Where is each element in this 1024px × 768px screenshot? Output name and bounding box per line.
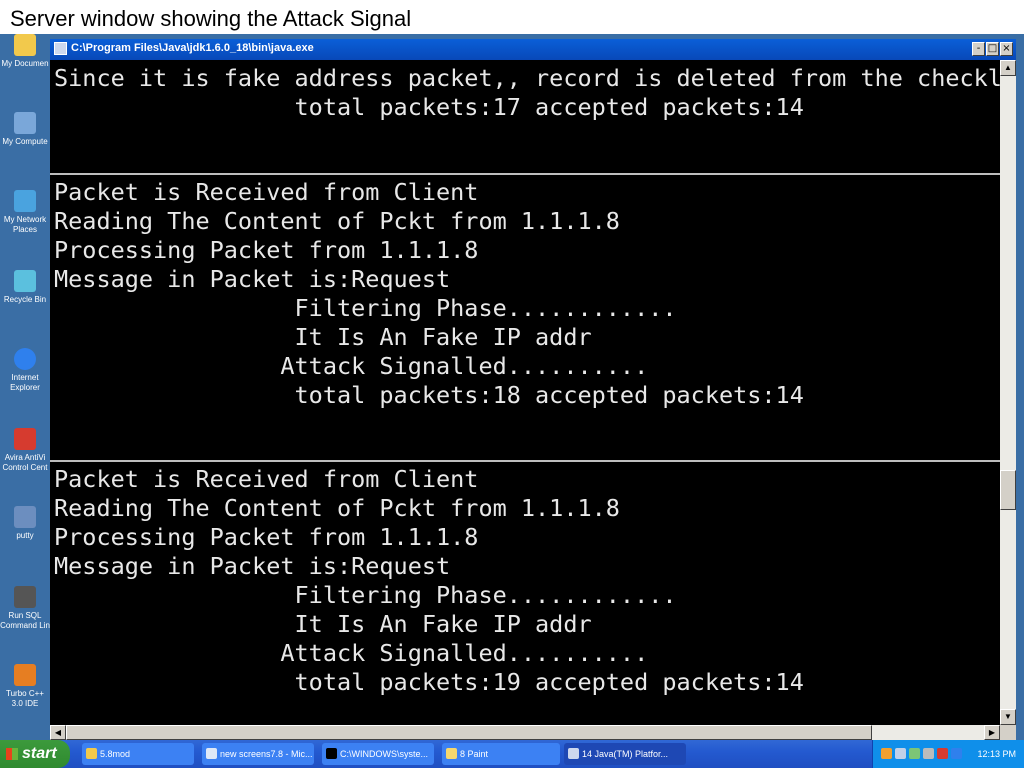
console-output[interactable]: Since it is fake address packet,, record…	[50, 60, 1000, 725]
console-block-2: Packet is Received from Client Reading T…	[54, 178, 998, 410]
maximize-button[interactable]: □	[986, 42, 999, 56]
console-separator	[50, 173, 1000, 175]
desktop-icon-recycle-bin[interactable]: Recycle Bin	[0, 270, 50, 305]
desktop-icon-internet-explorer[interactable]: Internet Explorer	[0, 348, 50, 393]
internet-explorer-icon	[14, 348, 36, 370]
desktop-icon-my-network-places[interactable]: My Network Places	[0, 190, 50, 235]
taskbar-item-paint[interactable]: 8 Paint	[442, 743, 560, 765]
horizontal-scrollbar[interactable]: ◀ ▶	[50, 725, 1000, 740]
taskbar-clock[interactable]: 12:13 PM	[977, 740, 1016, 768]
taskbar-item-label: 8 Paint	[460, 749, 489, 759]
desktop-icons: My Documen My Compute My Network Places …	[0, 34, 50, 740]
scroll-right-arrow-icon[interactable]: ▶	[984, 725, 1000, 740]
start-button[interactable]: start	[0, 740, 70, 768]
network-icon	[14, 190, 36, 212]
console-line: Processing Packet from 1.1.1.8	[54, 236, 479, 264]
desktop-icon-label: Internet Explorer	[10, 373, 40, 392]
console-line: Packet is Received from Client	[54, 178, 479, 206]
recycle-bin-icon	[14, 270, 36, 292]
sql-icon	[14, 586, 36, 608]
console-separator	[50, 460, 1000, 462]
desktop-icon-label: Avira AntiVi Control Cent	[2, 453, 48, 472]
slide-caption: Server window showing the Attack Signal	[10, 6, 412, 31]
minimize-button[interactable]: -	[972, 42, 985, 56]
tray-network-icon[interactable]	[895, 748, 906, 759]
start-label: start	[22, 745, 57, 762]
desktop-icon-putty[interactable]: putty	[0, 506, 50, 541]
tray-avira-icon[interactable]	[937, 748, 948, 759]
taskbar-item-label: C:\WINDOWS\syste...	[340, 749, 429, 759]
taskbar-item-label: 14 Java(TM) Platfor...	[582, 749, 669, 759]
console-line: Filtering Phase............	[54, 581, 677, 609]
tray-app-icon[interactable]	[881, 748, 892, 759]
desktop-icon-label: My Documen	[1, 59, 49, 68]
window-title: C:\Program Files\Java\jdk1.6.0_18\bin\ja…	[71, 42, 314, 54]
console-line: Reading The Content of Pckt from 1.1.1.8	[54, 207, 620, 235]
word-icon	[206, 748, 217, 759]
desktop-icon-my-computer[interactable]: My Compute	[0, 112, 50, 147]
console-line: total packets:17 accepted packets:14	[54, 93, 804, 121]
console-line: It Is An Fake IP addr	[54, 610, 592, 638]
computer-icon	[14, 112, 36, 134]
close-button[interactable]: ×	[1000, 42, 1013, 56]
java-app-icon	[54, 42, 67, 55]
desktop-icon-label: My Network Places	[3, 215, 47, 234]
tray-display-icon[interactable]	[951, 748, 962, 759]
console-line: Since it is fake address packet,, record…	[54, 64, 1000, 92]
folder-icon	[86, 748, 97, 759]
java-console-window: C:\Program Files\Java\jdk1.6.0_18\bin\ja…	[50, 39, 1016, 740]
avira-icon	[14, 428, 36, 450]
taskbar-item-5-8mod[interactable]: 5.8mod	[82, 743, 194, 765]
desktop-icon-label: My Compute	[2, 137, 48, 146]
console-line: Attack Signalled..........	[54, 352, 649, 380]
console-line: total packets:18 accepted packets:14	[54, 381, 804, 409]
tray-volume-icon[interactable]	[923, 748, 934, 759]
taskbar-item-cmd[interactable]: C:\WINDOWS\syste...	[322, 743, 434, 765]
desktop-icon-run-sql[interactable]: Run SQL Command Lin	[0, 586, 50, 631]
console-line: Reading The Content of Pckt from 1.1.1.8	[54, 494, 620, 522]
desktop-icon-label: Run SQL Command Lin	[0, 611, 50, 630]
taskbar-item-label: 5.8mod	[100, 749, 131, 759]
scroll-up-arrow-icon[interactable]: ▲	[1000, 60, 1016, 76]
console-line: Attack Signalled..........	[54, 639, 649, 667]
paint-icon	[446, 748, 457, 759]
desktop-icon-my-documents[interactable]: My Documen	[0, 34, 50, 69]
taskbar-item-java[interactable]: 14 Java(TM) Platfor...	[564, 743, 686, 765]
console-line: Message in Packet is:Request	[54, 552, 451, 580]
java-icon	[568, 748, 579, 759]
vertical-scroll-thumb[interactable]	[1000, 470, 1016, 510]
window-controls: - □ ×	[972, 42, 1013, 56]
putty-icon	[14, 506, 36, 528]
console-block-1: Since it is fake address packet,, record…	[54, 64, 1000, 122]
console-line: It Is An Fake IP addr	[54, 323, 592, 351]
desktop-icon-avira[interactable]: Avira AntiVi Control Cent	[0, 428, 50, 473]
desktop-icon-label: Turbo C++ 3.0 IDE	[6, 689, 44, 708]
taskbar-item-word[interactable]: new screens7.8 - Mic...	[202, 743, 314, 765]
folder-documents-icon	[14, 34, 36, 56]
desktop-icon-turbo-cpp[interactable]: Turbo C++ 3.0 IDE	[0, 664, 50, 709]
console-block-3: Packet is Received from Client Reading T…	[54, 465, 998, 697]
system-tray: 12:13 PM	[872, 740, 1024, 768]
taskbar-item-label: new screens7.8 - Mic...	[220, 749, 313, 759]
window-titlebar[interactable]: C:\Program Files\Java\jdk1.6.0_18\bin\ja…	[50, 39, 1016, 60]
desktop-icon-label: Recycle Bin	[3, 295, 47, 304]
horizontal-scroll-thumb[interactable]	[66, 725, 872, 740]
desktop-icon-label: putty	[16, 531, 34, 540]
console-line: Processing Packet from 1.1.1.8	[54, 523, 479, 551]
console-line: Packet is Received from Client	[54, 465, 479, 493]
scroll-left-arrow-icon[interactable]: ◀	[50, 725, 66, 740]
vertical-scrollbar[interactable]: ▲ ▼	[1000, 60, 1016, 725]
tray-status-icon[interactable]	[909, 748, 920, 759]
console-line: Message in Packet is:Request	[54, 265, 451, 293]
scroll-down-arrow-icon[interactable]: ▼	[1000, 709, 1016, 725]
console-line: total packets:19 accepted packets:14	[54, 668, 804, 696]
cmd-icon	[326, 748, 337, 759]
taskbar: start 5.8mod new screens7.8 - Mic... C:\…	[0, 740, 1024, 768]
turbo-cpp-icon	[14, 664, 36, 686]
console-line: Filtering Phase............	[54, 294, 677, 322]
windows-flag-icon	[6, 748, 18, 760]
